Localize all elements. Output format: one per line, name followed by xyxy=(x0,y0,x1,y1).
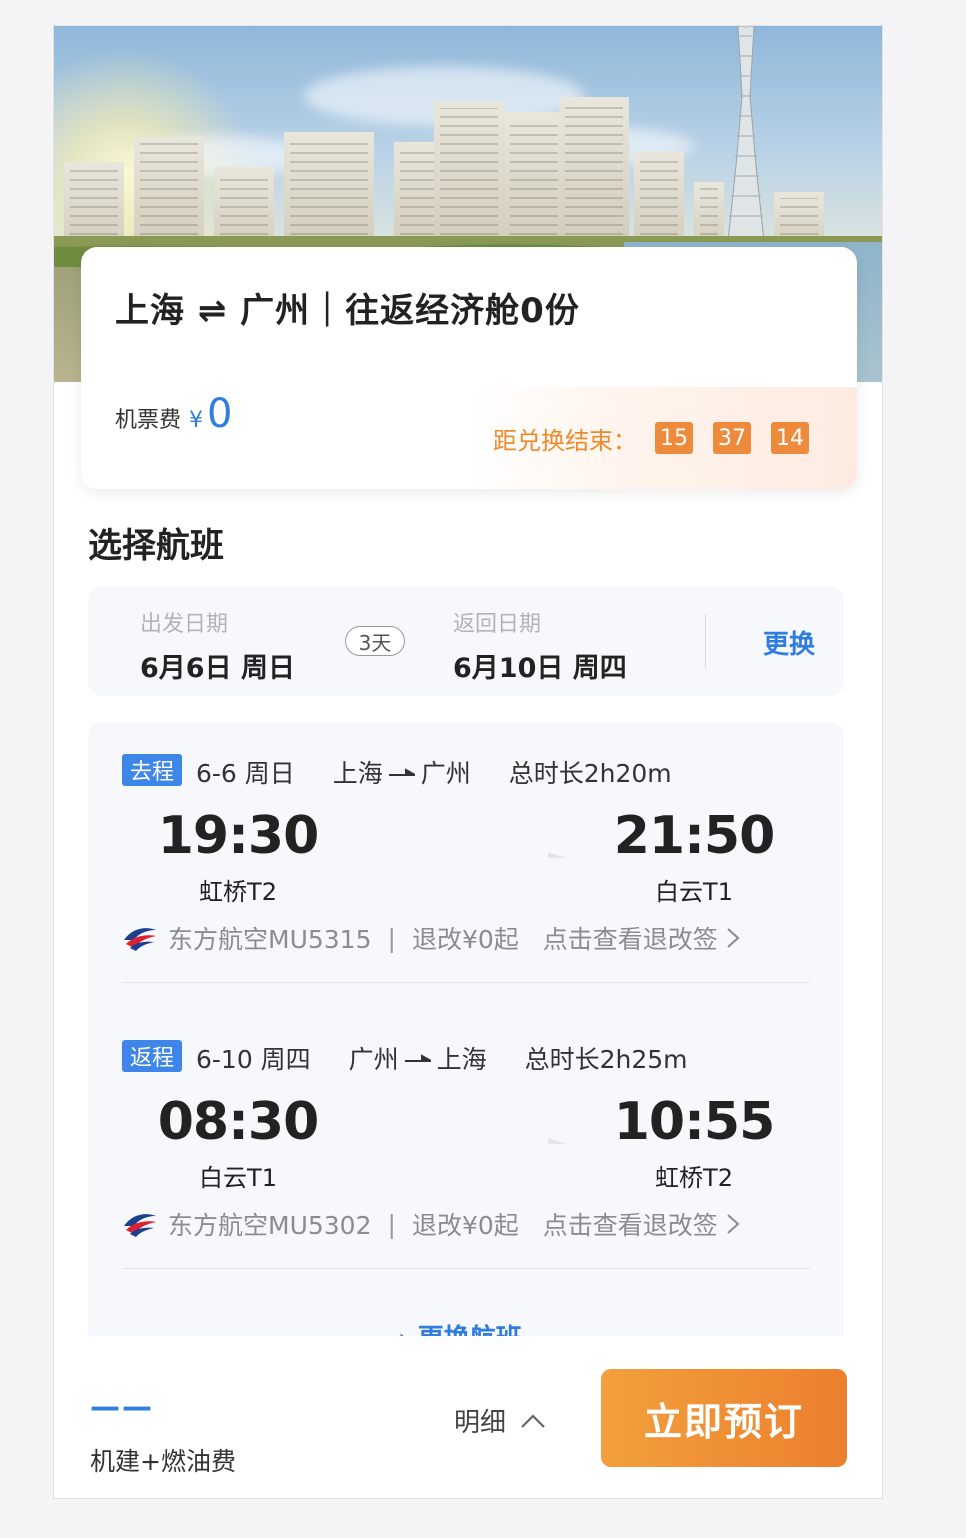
route-arrow-icon xyxy=(388,768,415,776)
route-to: 广州 xyxy=(420,759,471,788)
depart-date: 出发日期 6月6日 周日 xyxy=(140,606,295,685)
airline-row: 东方航空MU5315 | 退改¥0起 点击查看退改签 xyxy=(122,920,740,956)
china-eastern-logo-icon xyxy=(124,1214,156,1237)
leg-info: 6-6 周日 上海 广州 总时长2h20m xyxy=(196,754,702,790)
trip-title: 上海 ⇌ 广州｜往返经济舱0份 xyxy=(115,291,580,331)
arrival-time: 10:55 xyxy=(613,1092,776,1152)
currency-symbol: ¥ xyxy=(189,408,204,433)
route-from: 广州 xyxy=(348,1045,399,1074)
divider xyxy=(122,982,810,983)
price-detail-label: 明细 xyxy=(454,1408,507,1438)
section-title: 选择航班 xyxy=(88,526,224,566)
leg-duration: 总时长2h20m xyxy=(508,759,672,788)
divider xyxy=(122,1268,810,1269)
route-from: 上海 xyxy=(332,759,383,788)
departure-time: 08:30 xyxy=(157,1092,320,1152)
total-price-placeholder: —— xyxy=(90,1390,154,1425)
flight-list: 去程 6-6 周日 上海 广州 总时长2h20m 19:30 虹桥T2 21:50… xyxy=(88,722,844,1342)
ticket-fee-amount: 0 xyxy=(207,391,233,437)
leg-date: 6-6 周日 xyxy=(196,759,295,788)
countdown-minutes: 37 xyxy=(713,422,751,454)
flight-leg-return[interactable]: 返程 6-10 周四 广州 上海 总时长2h25m 08:30 白云T1 10:5… xyxy=(88,1008,844,1269)
leg-info: 6-10 周四 广州 上海 总时长2h25m xyxy=(196,1040,718,1076)
leg-route: 上海 广州 xyxy=(333,759,471,788)
leg-tag: 去程 xyxy=(122,754,183,786)
fuel-fee-label: 机建+燃油费 xyxy=(90,1447,236,1476)
arrival-terminal: 白云T1 xyxy=(655,878,733,906)
chevron-up-icon xyxy=(521,1413,545,1428)
airline-row: 东方航空MU5302 | 退改¥0起 点击查看退改签 xyxy=(122,1206,740,1242)
leg-duration: 总时长2h25m xyxy=(524,1045,688,1074)
return-date-value: 6月10日 周四 xyxy=(453,653,627,684)
refund-fee: 退改¥0起 xyxy=(411,1211,519,1240)
ticket-fee-label: 机票费 xyxy=(115,408,182,433)
departure-time: 19:30 xyxy=(157,806,320,866)
return-date: 返回日期 6月10日 周四 xyxy=(453,606,627,685)
leg-tag: 返程 xyxy=(122,1040,183,1072)
countdown-hours: 15 xyxy=(655,422,693,454)
refund-rules-link[interactable]: 点击查看退改签 xyxy=(543,920,718,956)
flight-arrow-icon xyxy=(366,1138,566,1144)
app-screen: 上海 ⇌ 广州｜往返经济舱0份 机票费 ¥ 0 距兑换结束： 15 37 14 … xyxy=(53,25,883,1499)
trip-days-badge: 3天 xyxy=(345,626,405,656)
airline-flight-number: 东方航空MU5302 xyxy=(168,1211,372,1240)
bottom-bar: —— 机建+燃油费 明细 立即预订 xyxy=(54,1336,882,1498)
leg-route: 广州 上海 xyxy=(349,1045,487,1074)
countdown-label: 距兑换结束： xyxy=(493,426,637,455)
arrival-terminal: 虹桥T2 xyxy=(655,1164,733,1192)
divider xyxy=(705,614,706,668)
arrival-time: 21:50 xyxy=(613,806,776,866)
return-date-caption: 返回日期 xyxy=(453,612,542,637)
order-summary-card: 上海 ⇌ 广州｜往返经济舱0份 机票费 ¥ 0 距兑换结束： 15 37 14 xyxy=(81,247,857,489)
price-detail-toggle[interactable]: 明细 xyxy=(454,1402,546,1439)
departure-terminal: 虹桥T2 xyxy=(199,878,277,906)
flight-leg-outbound[interactable]: 去程 6-6 周日 上海 广州 总时长2h20m 19:30 虹桥T2 21:50… xyxy=(88,722,844,983)
chevron-right-icon xyxy=(727,1214,740,1234)
date-selector[interactable]: 出发日期 6月6日 周日 3天 返回日期 6月10日 周四 更换 xyxy=(88,586,844,696)
leg-date: 6-10 周四 xyxy=(196,1045,311,1074)
depart-date-value: 6月6日 周日 xyxy=(140,653,295,684)
canton-tower-graphic xyxy=(727,26,765,241)
flight-arrow-icon xyxy=(366,852,566,858)
ticket-fee: 机票费 ¥ 0 xyxy=(115,391,232,437)
change-dates-button[interactable]: 更换 xyxy=(763,624,815,661)
refund-rules-link[interactable]: 点击查看退改签 xyxy=(543,1206,718,1242)
route-to: 上海 xyxy=(436,1045,487,1074)
route-arrow-icon xyxy=(404,1054,431,1062)
china-eastern-logo-icon xyxy=(124,928,156,951)
departure-terminal: 白云T1 xyxy=(199,1164,277,1192)
refund-fee: 退改¥0起 xyxy=(411,925,519,954)
depart-date-caption: 出发日期 xyxy=(140,612,229,637)
airline-flight-number: 东方航空MU5315 xyxy=(168,925,372,954)
chevron-right-icon xyxy=(727,928,740,948)
exchange-countdown: 距兑换结束： 15 37 14 xyxy=(473,387,857,489)
countdown-seconds: 14 xyxy=(771,422,809,454)
book-now-button[interactable]: 立即预订 xyxy=(601,1369,847,1467)
